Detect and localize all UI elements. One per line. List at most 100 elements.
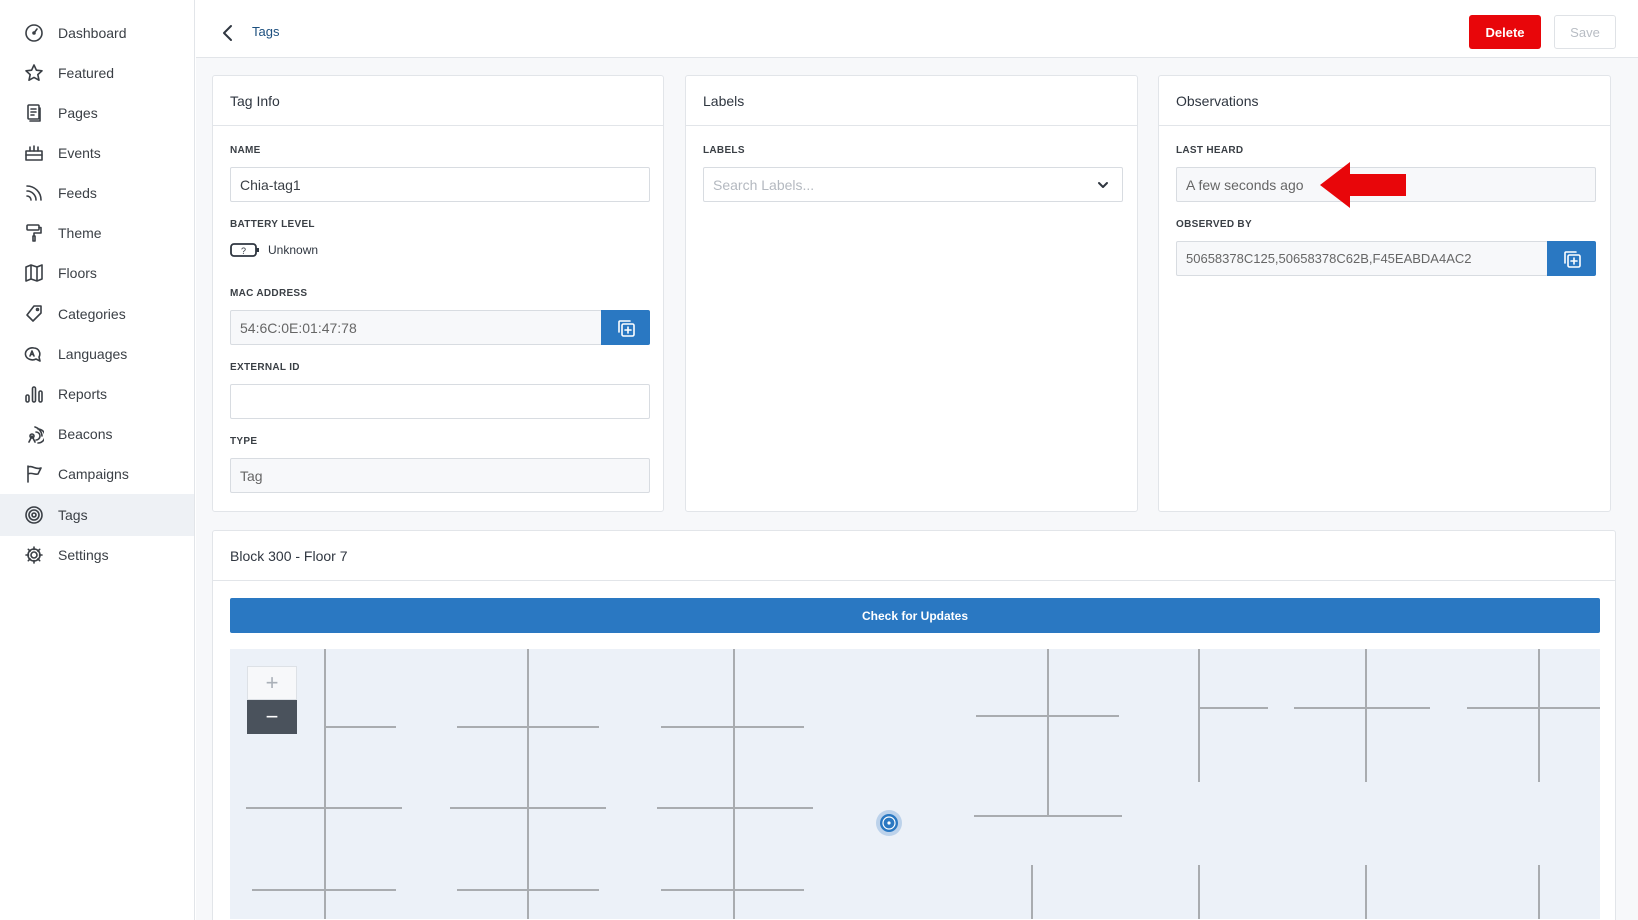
- copy-mac-button[interactable]: [601, 310, 650, 345]
- floor-map-card: Block 300 - Floor 7 Check for Updates + …: [212, 530, 1616, 920]
- sidebar-item-tags[interactable]: Tags: [0, 494, 194, 536]
- external-id-label: EXTERNAL ID: [230, 362, 300, 373]
- paint-roller-icon: [24, 223, 44, 243]
- map-wall: [326, 726, 396, 728]
- map-wall: [733, 649, 735, 919]
- check-updates-button[interactable]: Check for Updates: [230, 598, 1600, 633]
- sidebar-item-events[interactable]: Events: [0, 132, 194, 174]
- battery-glyph: ?: [241, 246, 246, 256]
- map-wall: [324, 649, 326, 919]
- annotation-arrow-icon: [1320, 162, 1406, 208]
- sidebar-item-label: Tags: [58, 507, 88, 523]
- tag-location-marker[interactable]: [875, 809, 903, 837]
- labels-search-select[interactable]: Search Labels...: [703, 167, 1123, 202]
- map-wall: [1365, 865, 1367, 919]
- sidebar-item-label: Theme: [58, 225, 102, 241]
- map-wall: [974, 815, 1122, 817]
- map-wall: [976, 715, 1119, 717]
- rss-icon: [24, 183, 44, 203]
- last-heard-label: LAST HEARD: [1176, 145, 1244, 156]
- sidebar-item-label: Feeds: [58, 185, 97, 201]
- map-wall: [457, 726, 599, 728]
- sidebar-item-reports[interactable]: Reports: [0, 373, 194, 415]
- main-content: Tags Delete Save Tag Info NAME Chia-tag1…: [196, 0, 1638, 920]
- mac-address-field[interactable]: 54:6C:0E:01:47:78: [230, 310, 602, 345]
- map-wall: [457, 889, 599, 891]
- map-wall: [246, 807, 402, 809]
- card-title: Observations: [1159, 76, 1610, 126]
- chevron-left-icon[interactable]: [220, 23, 236, 43]
- map-wall: [661, 726, 804, 728]
- tag-info-card: Tag Info NAME Chia-tag1 BATTERY LEVEL ? …: [212, 75, 664, 512]
- map-wall: [1198, 649, 1200, 782]
- gear-icon: [24, 545, 44, 565]
- dashboard-icon: [24, 23, 44, 43]
- floor-map[interactable]: + −: [230, 649, 1600, 919]
- map-wall: [1294, 707, 1430, 709]
- tag-icon: [24, 304, 44, 324]
- sidebar-item-theme[interactable]: Theme: [0, 212, 194, 254]
- sidebar-item-beacons[interactable]: Beacons: [0, 413, 194, 455]
- sidebar-item-label: Settings: [58, 547, 109, 563]
- pages-icon: [24, 103, 44, 123]
- sidebar-item-floors[interactable]: Floors: [0, 252, 194, 294]
- external-id-field[interactable]: [230, 384, 650, 419]
- bar-chart-icon: [24, 384, 44, 404]
- map-wall: [527, 649, 529, 919]
- battery-icon: ?: [230, 243, 259, 257]
- sidebar-item-label: Languages: [58, 346, 128, 362]
- map-wall: [1538, 865, 1540, 919]
- sidebar: Dashboard Featured Pages Events Feeds Th…: [0, 0, 195, 920]
- flag-icon: [24, 464, 44, 484]
- map-wall: [1031, 865, 1033, 919]
- beacon-icon: [24, 424, 44, 444]
- type-field[interactable]: Tag: [230, 458, 650, 493]
- sidebar-item-languages[interactable]: Languages: [0, 333, 194, 375]
- chevron-down-icon: [1096, 178, 1110, 192]
- top-bar: Tags Delete Save: [196, 0, 1638, 58]
- copy-icon: [617, 319, 635, 337]
- sidebar-item-settings[interactable]: Settings: [0, 534, 194, 576]
- breadcrumb[interactable]: Tags: [252, 24, 279, 39]
- map-wall: [657, 807, 813, 809]
- name-label: NAME: [230, 145, 261, 156]
- delete-button[interactable]: Delete: [1469, 15, 1541, 49]
- save-button[interactable]: Save: [1554, 15, 1616, 49]
- sidebar-item-featured[interactable]: Featured: [0, 52, 194, 94]
- battery-value: Unknown: [268, 243, 319, 257]
- observed-by-label: OBSERVED BY: [1176, 219, 1252, 230]
- card-title: Tag Info: [213, 76, 663, 126]
- map-wall: [1198, 865, 1200, 919]
- map-wall: [1467, 707, 1600, 709]
- observed-by-field[interactable]: 50658378C125,50658378C62B,F45EABDA4AC2: [1176, 241, 1548, 276]
- sidebar-item-pages[interactable]: Pages: [0, 92, 194, 134]
- sidebar-item-label: Dashboard: [58, 25, 127, 41]
- name-field[interactable]: Chia-tag1: [230, 167, 650, 202]
- map-wall: [1047, 649, 1049, 815]
- card-title: Block 300 - Floor 7: [213, 531, 1615, 581]
- sidebar-item-label: Categories: [58, 306, 126, 322]
- copy-icon: [1563, 250, 1581, 268]
- sidebar-item-categories[interactable]: Categories: [0, 293, 194, 335]
- sidebar-item-label: Beacons: [58, 426, 113, 442]
- zoom-out-button[interactable]: −: [247, 700, 297, 734]
- labels-placeholder: Search Labels...: [713, 176, 815, 193]
- battery-label: BATTERY LEVEL: [230, 219, 315, 230]
- sidebar-item-campaigns[interactable]: Campaigns: [0, 453, 194, 495]
- calendar-icon: [24, 143, 44, 163]
- zoom-in-button[interactable]: +: [247, 666, 297, 700]
- sidebar-item-label: Floors: [58, 265, 97, 281]
- app-window: Dashboard Featured Pages Events Feeds Th…: [0, 0, 1638, 920]
- copy-observed-by-button[interactable]: [1547, 241, 1596, 276]
- observations-card: Observations LAST HEARD A few seconds ag…: [1158, 75, 1611, 512]
- map-wall: [1198, 707, 1268, 709]
- sidebar-item-dashboard[interactable]: Dashboard: [0, 12, 194, 54]
- sidebar-item-feeds[interactable]: Feeds: [0, 172, 194, 214]
- map-wall: [661, 889, 804, 891]
- sidebar-item-label: Reports: [58, 386, 108, 402]
- sidebar-item-label: Events: [58, 145, 101, 161]
- map-wall: [1365, 649, 1367, 782]
- mac-label: MAC ADDRESS: [230, 288, 308, 299]
- translate-icon: [24, 344, 44, 364]
- sidebar-item-label: Pages: [58, 105, 98, 121]
